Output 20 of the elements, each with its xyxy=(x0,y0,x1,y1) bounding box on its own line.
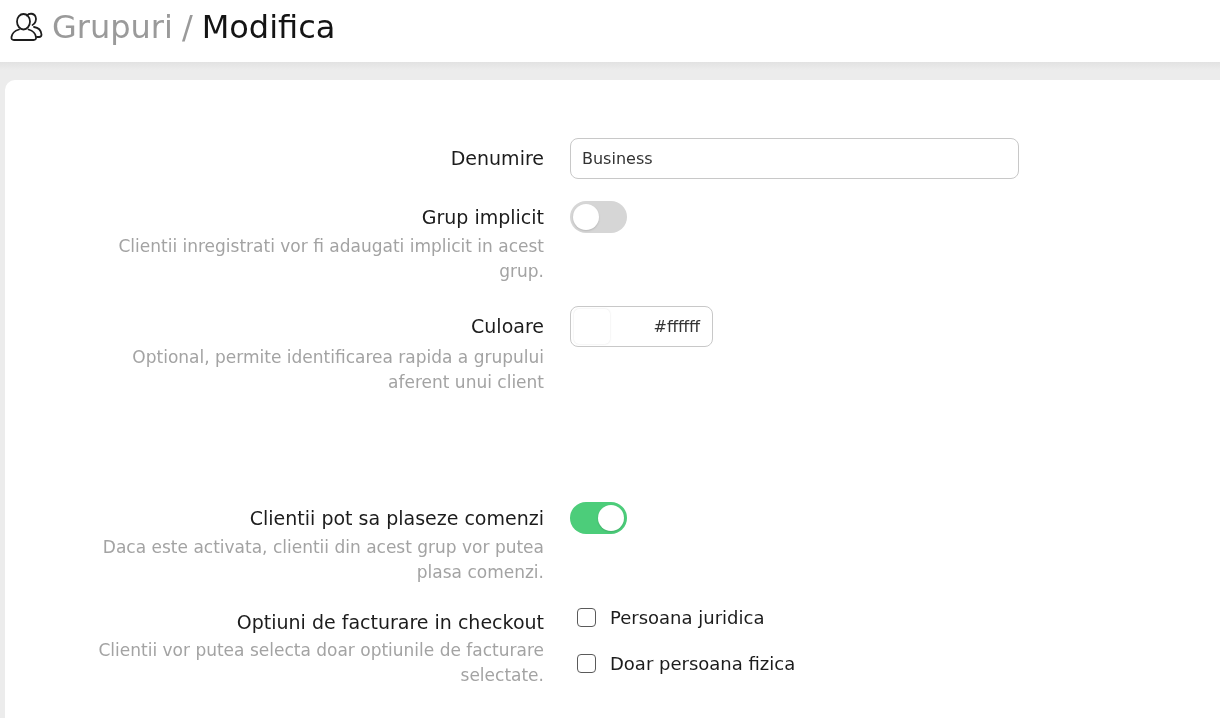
page-title: Modifica xyxy=(201,8,336,46)
field-label: Denumire xyxy=(450,146,544,171)
users-icon xyxy=(10,12,43,42)
breadcrumb-separator: / xyxy=(181,8,193,46)
text-input-field[interactable]: Business xyxy=(570,138,1019,179)
toggle-switch[interactable] xyxy=(570,502,627,534)
field-label: Clientii pot sa plaseze comenzi xyxy=(249,506,544,531)
toggle-switch[interactable] xyxy=(570,201,627,233)
checkbox[interactable] xyxy=(577,607,596,627)
field-label: Grup implicit xyxy=(421,205,544,230)
color-picker-field[interactable]: #ffffff xyxy=(570,306,713,347)
field-label: Optiuni de facturare in checkout xyxy=(236,610,544,635)
checkbox-option[interactable]: Doar persoana fizica xyxy=(570,648,796,678)
field-hint: Daca este activata, clientii din acest grup vor putea plasa comenzi. xyxy=(101,536,544,584)
checkbox[interactable] xyxy=(577,653,596,673)
field-label: Culoare xyxy=(471,314,544,339)
field-hint: Clientii vor putea selecta doar optiunile de facturare selectate. xyxy=(97,639,544,687)
field-hint: Clientii inregistrati vor fi adaugati implicit in acest grup. xyxy=(117,235,544,283)
field-hint: Optional, permite identificarea rapida a grupului aferent unui client xyxy=(131,346,544,394)
checkbox-option[interactable]: Persoana juridica xyxy=(570,602,765,632)
